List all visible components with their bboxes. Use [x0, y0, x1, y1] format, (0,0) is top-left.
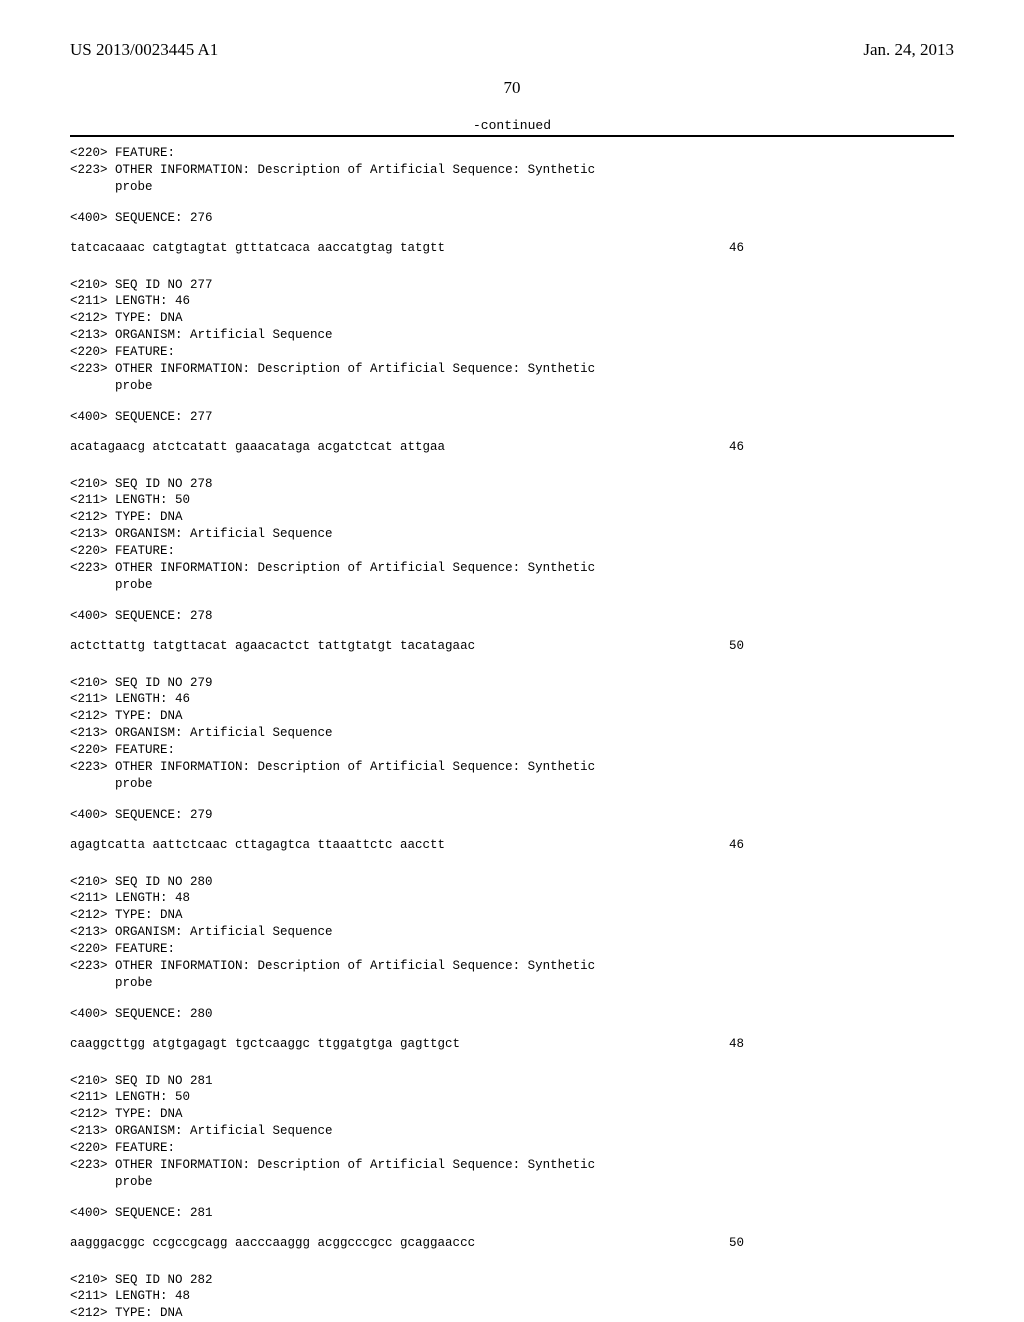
seq-meta: <210> SEQ ID NO 280 <211> LENGTH: 48 <21… [70, 874, 954, 992]
seq-text: acatagaacg atctcatatt gaaacataga acgatct… [70, 440, 445, 454]
seq-text: actcttattg tatgttacat agaacactct tattgta… [70, 639, 475, 653]
seq-meta: <210> SEQ ID NO 281 <211> LENGTH: 50 <21… [70, 1073, 954, 1191]
seq-length: 50 [729, 639, 954, 653]
publication-date: Jan. 24, 2013 [863, 40, 954, 60]
page-container: US 2013/0023445 A1 Jan. 24, 2013 70 -con… [0, 0, 1024, 1320]
seq-meta: <220> FEATURE: <223> OTHER INFORMATION: … [70, 145, 954, 196]
seq-header: <400> SEQUENCE: 278 [70, 608, 954, 625]
seq-meta: <210> SEQ ID NO 279 <211> LENGTH: 46 <21… [70, 675, 954, 793]
continued-label: -continued [70, 118, 954, 133]
publication-number: US 2013/0023445 A1 [70, 40, 218, 60]
seq-meta: <210> SEQ ID NO 277 <211> LENGTH: 46 <21… [70, 277, 954, 395]
seq-line: tatcacaaac catgtagtat gtttatcaca aaccatg… [70, 241, 954, 255]
seq-text: aagggacggc ccgccgcagg aacccaaggg acggccc… [70, 1236, 475, 1250]
seq-length: 46 [729, 838, 954, 852]
seq-header: <400> SEQUENCE: 280 [70, 1006, 954, 1023]
seq-line: acatagaacg atctcatatt gaaacataga acgatct… [70, 440, 954, 454]
seq-length: 46 [729, 440, 954, 454]
seq-length: 48 [729, 1037, 954, 1051]
seq-line: caaggcttgg atgtgagagt tgctcaaggc ttggatg… [70, 1037, 954, 1051]
seq-text: agagtcatta aattctcaac cttagagtca ttaaatt… [70, 838, 445, 852]
page-number: 70 [70, 78, 954, 98]
seq-meta: <210> SEQ ID NO 278 <211> LENGTH: 50 <21… [70, 476, 954, 594]
seq-header: <400> SEQUENCE: 281 [70, 1205, 954, 1222]
seq-text: caaggcttgg atgtgagagt tgctcaaggc ttggatg… [70, 1037, 460, 1051]
seq-header: <400> SEQUENCE: 276 [70, 210, 954, 227]
seq-text: tatcacaaac catgtagtat gtttatcaca aaccatg… [70, 241, 445, 255]
seq-line: agagtcatta aattctcaac cttagagtca ttaaatt… [70, 838, 954, 852]
seq-length: 46 [729, 241, 954, 255]
seq-header: <400> SEQUENCE: 279 [70, 807, 954, 824]
seq-length: 50 [729, 1236, 954, 1250]
seq-line: actcttattg tatgttacat agaacactct tattgta… [70, 639, 954, 653]
page-header: US 2013/0023445 A1 Jan. 24, 2013 [70, 40, 954, 60]
seq-meta: <210> SEQ ID NO 282 <211> LENGTH: 48 <21… [70, 1272, 954, 1322]
section-divider [70, 135, 954, 137]
seq-header: <400> SEQUENCE: 277 [70, 409, 954, 426]
seq-line: aagggacggc ccgccgcagg aacccaaggg acggccc… [70, 1236, 954, 1250]
